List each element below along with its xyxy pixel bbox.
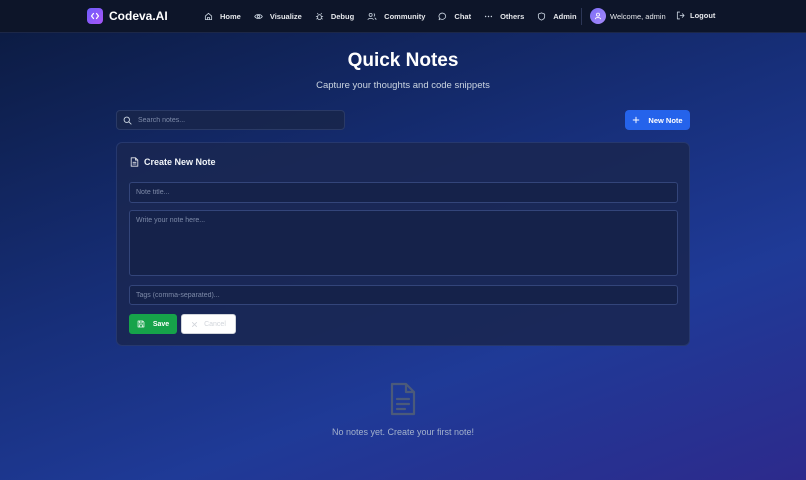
nav-label-debug: Debug xyxy=(330,12,355,21)
save-button[interactable]: Save xyxy=(129,314,177,334)
user-menu[interactable]: Welcome, admin xyxy=(590,8,666,24)
save-label: Save xyxy=(152,320,170,328)
note-tags-input[interactable] xyxy=(129,285,678,305)
empty-document-icon xyxy=(388,382,418,421)
chat-icon xyxy=(439,12,447,21)
search-box[interactable] xyxy=(116,110,345,130)
user-icon xyxy=(594,12,602,20)
nav-label-community: Community xyxy=(384,12,426,21)
nav-item-home[interactable]: Home xyxy=(204,12,241,21)
nav-label-admin: Admin xyxy=(553,12,577,21)
cancel-label: Cancel xyxy=(204,320,226,328)
nav-label-visualize: Visualize xyxy=(269,12,302,21)
welcome-text: Welcome, admin xyxy=(610,11,666,21)
code-logo-icon xyxy=(87,8,103,24)
logout-icon xyxy=(676,11,685,20)
new-note-button[interactable]: New Note xyxy=(625,110,690,130)
nav-label-chat: Chat xyxy=(454,12,472,21)
logout-label: Logout xyxy=(690,11,716,20)
nav-item-admin[interactable]: Admin xyxy=(537,12,577,21)
nav-label-home: Home xyxy=(220,12,241,21)
more-icon xyxy=(484,15,493,18)
shield-icon xyxy=(538,12,546,21)
save-icon xyxy=(137,320,145,328)
search-input[interactable] xyxy=(138,116,338,124)
card-title: Create New Note xyxy=(130,157,216,167)
nav-label-others: Others xyxy=(500,12,525,21)
bug-icon xyxy=(315,12,323,21)
nav-divider xyxy=(581,8,582,25)
card-title-text: Create New Note xyxy=(144,157,216,167)
new-note-label: New Note xyxy=(648,115,683,125)
nav-item-community[interactable]: Community xyxy=(367,12,425,21)
page-subtitle: Capture your thoughts and code snippets xyxy=(316,80,490,91)
note-title-input[interactable] xyxy=(129,182,678,203)
brand[interactable]: Codeva.AI xyxy=(87,8,168,24)
eye-icon xyxy=(254,14,263,19)
nav-menu: Home Visualize Debug Community Chat Othe… xyxy=(204,0,590,33)
plus-icon xyxy=(633,116,640,124)
cancel-button[interactable]: Cancel xyxy=(181,314,236,334)
create-note-card: Create New Note Save Cancel xyxy=(116,142,690,346)
home-icon xyxy=(204,12,213,21)
logout-button[interactable]: Logout xyxy=(676,11,715,20)
nav-item-others[interactable]: Others xyxy=(484,12,524,21)
brand-name: Codeva.AI xyxy=(109,9,168,23)
top-navbar: Codeva.AI Home Visualize Debug Community… xyxy=(0,0,806,33)
empty-state-message: No notes yet. Create your first note! xyxy=(331,427,475,437)
close-icon xyxy=(192,321,198,327)
nav-item-chat[interactable]: Chat xyxy=(438,12,471,21)
search-icon xyxy=(123,116,132,125)
users-icon xyxy=(367,12,377,21)
page-title: Quick Notes xyxy=(347,50,459,71)
nav-item-debug[interactable]: Debug xyxy=(315,12,354,21)
document-icon xyxy=(130,157,139,167)
nav-item-visualize[interactable]: Visualize xyxy=(254,12,302,21)
avatar[interactable] xyxy=(590,8,606,24)
note-body-textarea[interactable] xyxy=(129,210,678,276)
